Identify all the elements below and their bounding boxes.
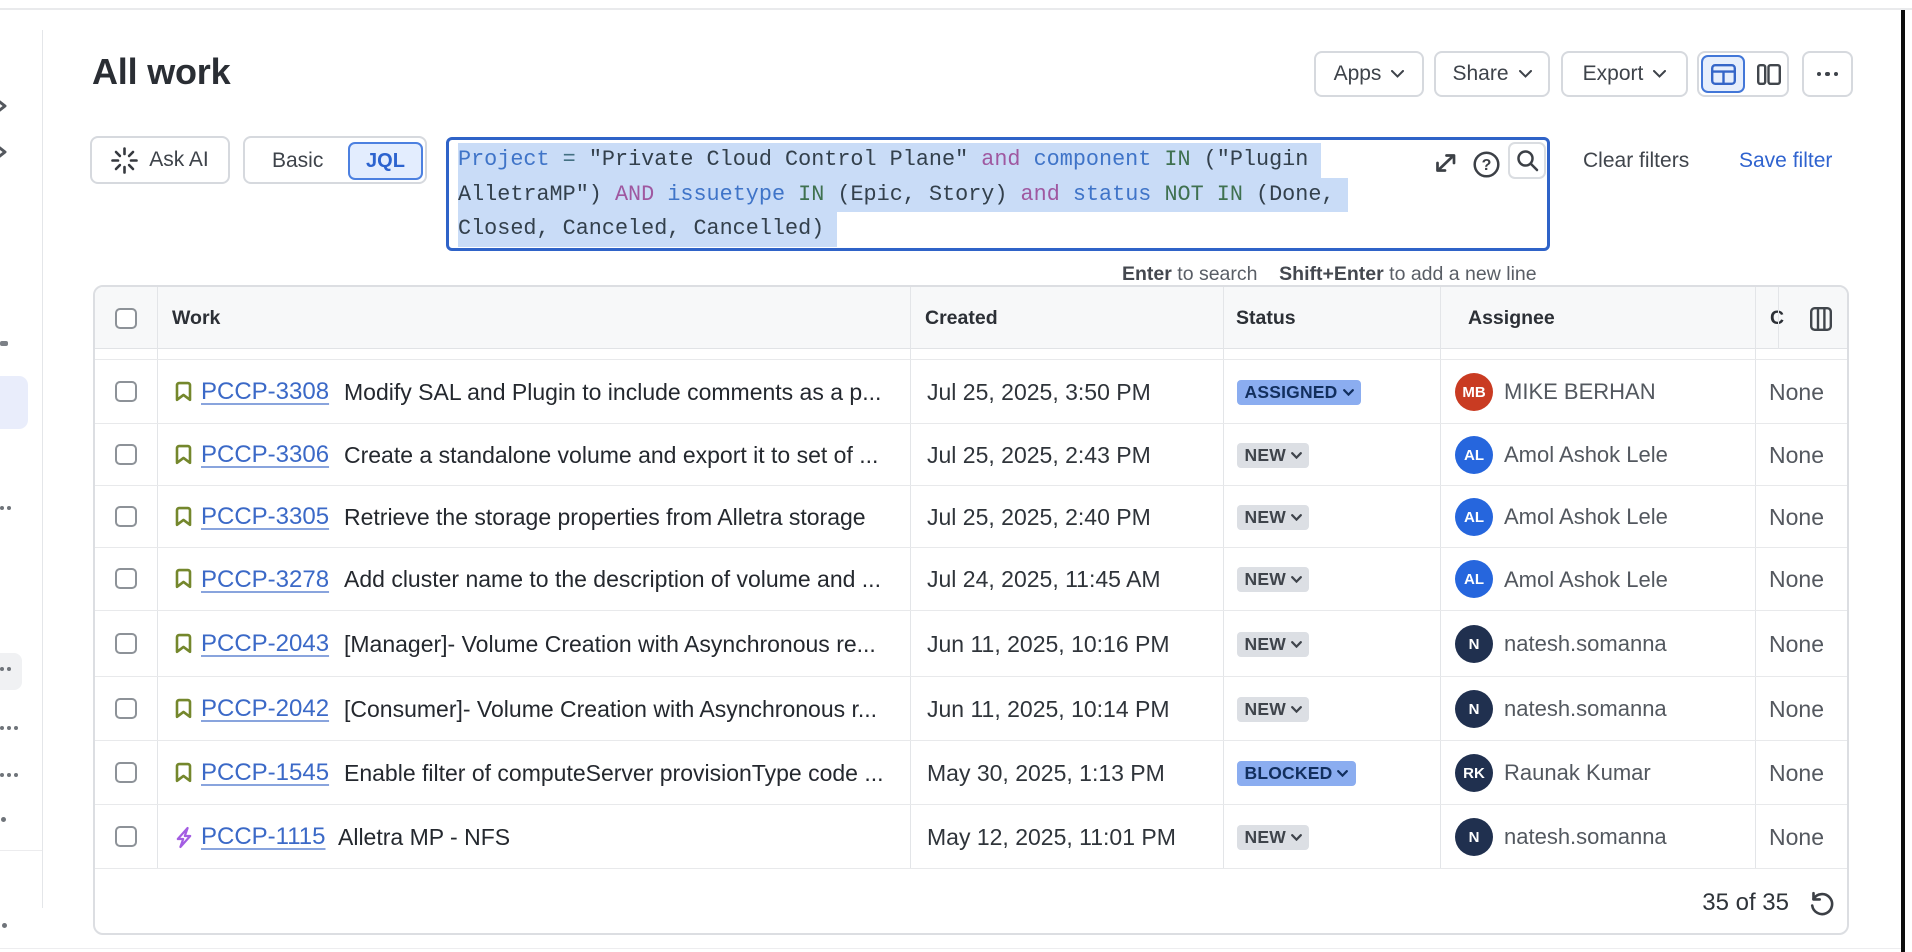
svg-text:?: ? xyxy=(1482,157,1492,174)
